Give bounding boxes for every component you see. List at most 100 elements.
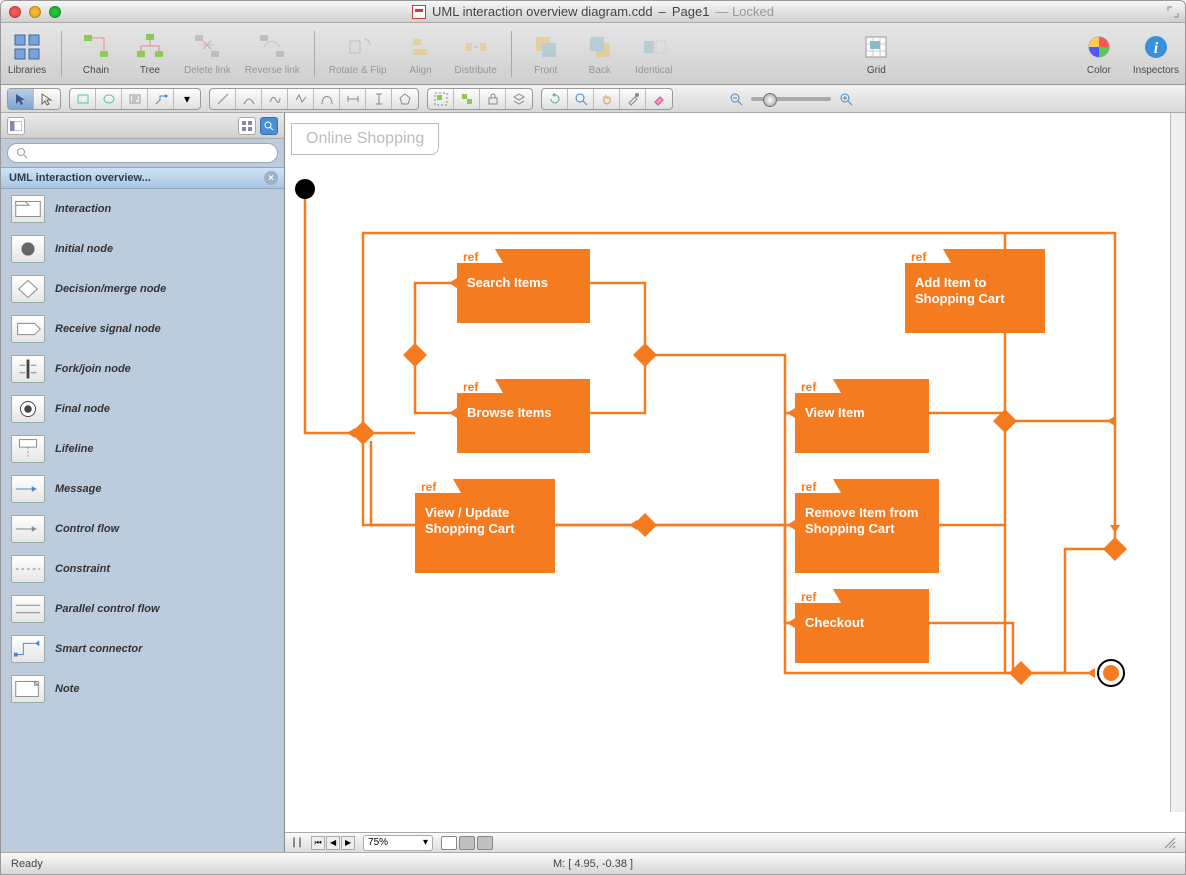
- front-button[interactable]: Front: [526, 31, 566, 76]
- shape-item[interactable]: Message: [1, 469, 284, 509]
- zoom-slider[interactable]: [729, 92, 853, 106]
- line-tool[interactable]: [210, 89, 236, 109]
- reverse-link-button[interactable]: Reverse link: [245, 31, 300, 76]
- library-group-header[interactable]: UML interaction overview... ×: [1, 167, 284, 189]
- shape-item[interactable]: Initial node: [1, 229, 284, 269]
- shape-label: Lifeline: [55, 443, 94, 455]
- zoom-out-icon[interactable]: [729, 92, 743, 106]
- connector-tool[interactable]: [148, 89, 174, 109]
- ellipse-tool[interactable]: [96, 89, 122, 109]
- decision-node[interactable]: [403, 343, 427, 367]
- shape-thumb-icon: [11, 435, 45, 463]
- merge-node[interactable]: [633, 513, 657, 537]
- shape-thumb-icon: [11, 475, 45, 503]
- back-button[interactable]: Back: [580, 31, 620, 76]
- color-button[interactable]: Color: [1079, 31, 1119, 76]
- library-search[interactable]: [7, 143, 278, 163]
- shape-item[interactable]: Receive signal node: [1, 309, 284, 349]
- shape-item[interactable]: Interaction: [1, 189, 284, 229]
- align-button[interactable]: Align: [401, 31, 441, 76]
- page-tab-add[interactable]: [459, 836, 475, 850]
- shape-item[interactable]: Smart connector: [1, 629, 284, 669]
- polyline-tool[interactable]: [288, 89, 314, 109]
- bezier-tool[interactable]: [314, 89, 340, 109]
- grid-view-icon[interactable]: [238, 117, 256, 135]
- shape-item[interactable]: Parallel control flow: [1, 589, 284, 629]
- inspectors-button[interactable]: i Inspectors: [1133, 31, 1179, 76]
- minimize-button[interactable]: [29, 6, 41, 18]
- rotate-flip-button[interactable]: Rotate & Flip: [329, 31, 387, 76]
- vertical-scrollbar[interactable]: [1170, 113, 1185, 812]
- final-node[interactable]: [1098, 660, 1124, 686]
- next-page-button[interactable]: ▶: [341, 836, 355, 850]
- interaction-ref[interactable]: refAdd Item toShopping Cart: [905, 249, 1045, 333]
- zoom-track[interactable]: [751, 97, 831, 101]
- first-page-button[interactable]: ⏮: [311, 836, 325, 850]
- lock-tool[interactable]: [480, 89, 506, 109]
- select-alt-tool[interactable]: [34, 89, 60, 109]
- connector-dropdown[interactable]: ▾: [174, 89, 200, 109]
- interaction-ref[interactable]: refView Item: [795, 379, 929, 453]
- interaction-ref[interactable]: refSearch Items: [457, 249, 590, 323]
- shape-item[interactable]: Control flow: [1, 509, 284, 549]
- distribute-button[interactable]: Distribute: [455, 31, 497, 76]
- zoom-button[interactable]: [49, 6, 61, 18]
- svg-text:i: i: [1154, 40, 1159, 57]
- grid-button[interactable]: Grid: [856, 31, 896, 76]
- polygon-tool[interactable]: [392, 89, 418, 109]
- page-tab-1[interactable]: [441, 836, 457, 850]
- shape-item[interactable]: Final node: [1, 389, 284, 429]
- rect-tool[interactable]: [70, 89, 96, 109]
- interaction-ref[interactable]: refCheckout: [795, 589, 929, 663]
- shape-item[interactable]: Fork/join node: [1, 349, 284, 389]
- shape-item[interactable]: Constraint: [1, 549, 284, 589]
- resize-grip-icon[interactable]: [1161, 834, 1179, 852]
- search-view-icon[interactable]: [260, 117, 278, 135]
- libraries-button[interactable]: Libraries: [7, 31, 47, 76]
- zoom-percent[interactable]: 75%▾: [363, 835, 433, 851]
- panel-toggle-icon[interactable]: [7, 117, 25, 135]
- interaction-ref[interactable]: refRemove Item fromShopping Cart: [795, 479, 939, 573]
- shape-item[interactable]: Decision/merge node: [1, 269, 284, 309]
- shape-thumb-icon: [11, 555, 45, 583]
- interaction-ref[interactable]: refView / UpdateShopping Cart: [415, 479, 555, 573]
- page-tabs[interactable]: [441, 836, 493, 850]
- dimension-h-tool[interactable]: [340, 89, 366, 109]
- chain-button[interactable]: Chain: [76, 31, 116, 76]
- zoom-in-icon[interactable]: [839, 92, 853, 106]
- initial-node[interactable]: [295, 179, 315, 199]
- layers-tool[interactable]: [506, 89, 532, 109]
- spline-tool[interactable]: [262, 89, 288, 109]
- page-tab-add2[interactable]: [477, 836, 493, 850]
- text-tool[interactable]: [122, 89, 148, 109]
- pause-icon[interactable]: ||: [291, 837, 303, 848]
- search-icon: [16, 147, 28, 159]
- close-library-icon[interactable]: ×: [264, 171, 278, 185]
- identical-button[interactable]: Identical: [634, 31, 674, 76]
- fullscreen-icon[interactable]: [1167, 6, 1179, 18]
- hand-tool[interactable]: [594, 89, 620, 109]
- eyedropper-tool[interactable]: [620, 89, 646, 109]
- merge-node[interactable]: [1103, 537, 1127, 561]
- shape-item[interactable]: Note: [1, 669, 284, 709]
- select-tool[interactable]: [8, 89, 34, 109]
- eraser-tool[interactable]: [646, 89, 672, 109]
- delete-link-button[interactable]: Delete link: [184, 31, 231, 76]
- diagram-canvas[interactable]: Online Shopping: [285, 113, 1185, 832]
- svg-text:ref: ref: [911, 250, 927, 264]
- dimension-v-tool[interactable]: [366, 89, 392, 109]
- refresh-tool[interactable]: [542, 89, 568, 109]
- shape-item[interactable]: Lifeline: [1, 429, 284, 469]
- zoom-tool[interactable]: [568, 89, 594, 109]
- group-tool[interactable]: [428, 89, 454, 109]
- shape-label: Final node: [55, 403, 110, 415]
- close-button[interactable]: [9, 6, 21, 18]
- merge-node[interactable]: [633, 343, 657, 367]
- search-input[interactable]: [34, 147, 269, 159]
- interaction-ref[interactable]: refBrowse Items: [457, 379, 590, 453]
- tree-button[interactable]: Tree: [130, 31, 170, 76]
- prev-page-button[interactable]: ◀: [326, 836, 340, 850]
- title-locked: Locked: [732, 4, 774, 19]
- ungroup-tool[interactable]: [454, 89, 480, 109]
- arc-tool[interactable]: [236, 89, 262, 109]
